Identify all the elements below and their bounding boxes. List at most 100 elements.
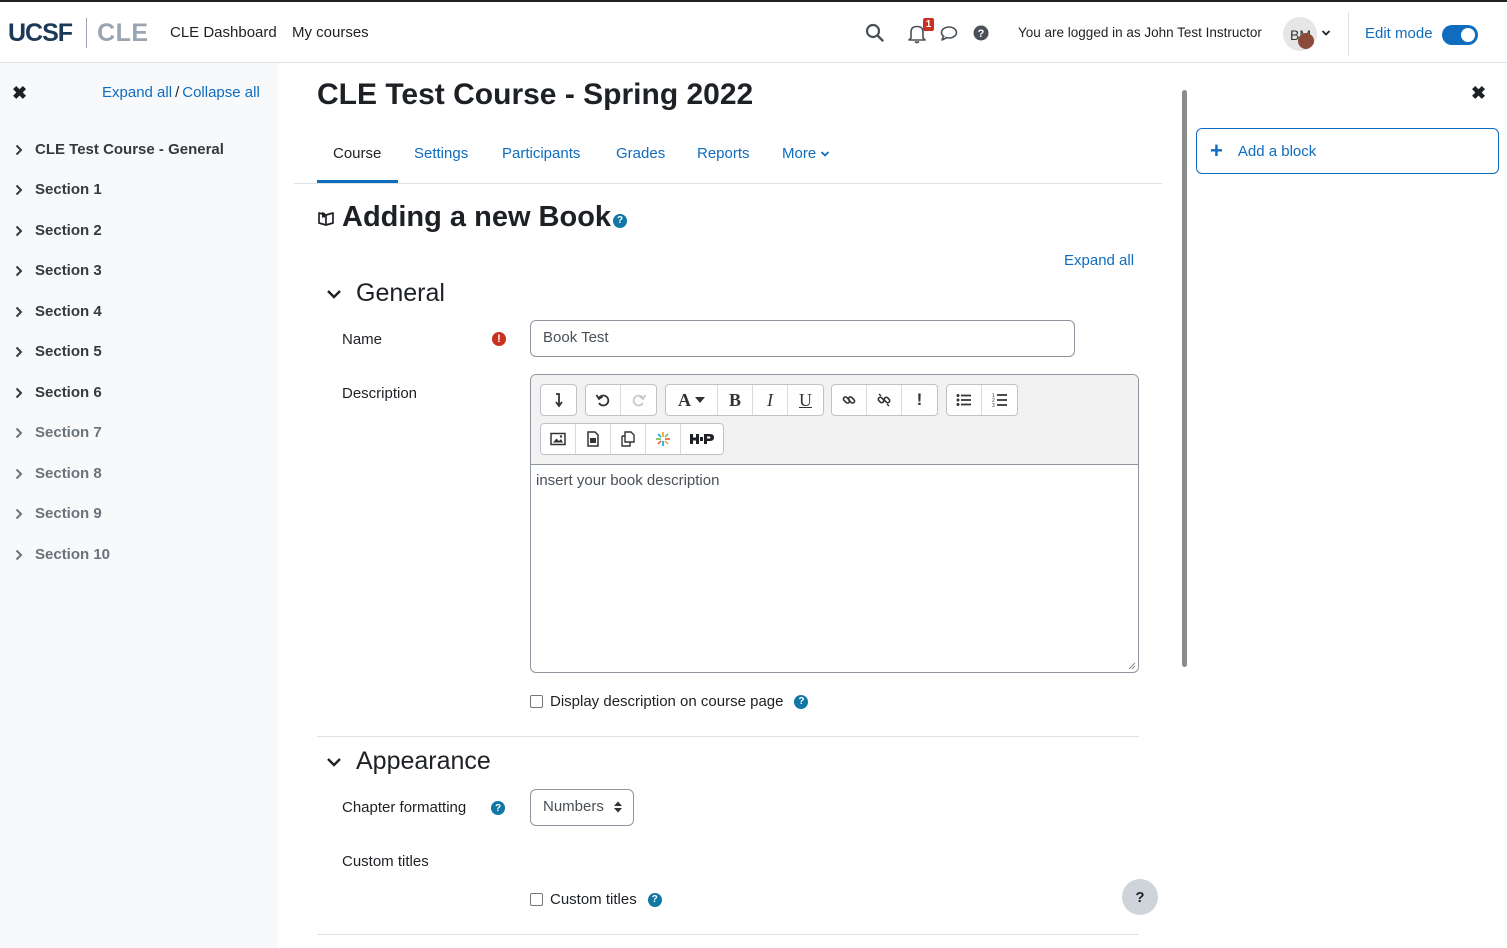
help-icon[interactable]: ? <box>647 892 662 907</box>
search-icon[interactable] <box>864 22 886 44</box>
course-title: CLE Test Course - Spring 2022 <box>317 78 754 111</box>
course-index-expand-controls: Expand all / Collapse all <box>102 84 260 101</box>
main-content: CLE Test Course - Spring 2022 Course Set… <box>278 63 1178 948</box>
chevron-right-icon <box>15 265 23 276</box>
toolbar-group-history <box>585 384 657 416</box>
course-index-label: CLE Test Course - General <box>35 141 224 158</box>
tab-more[interactable]: More <box>782 145 830 162</box>
course-index-label: Section 4 <box>35 303 102 320</box>
display-description-label: Display description on course page <box>550 693 784 710</box>
chevron-down-icon <box>821 150 830 157</box>
course-index-label: Section 1 <box>35 181 102 198</box>
book-icon <box>318 211 334 226</box>
course-index-item[interactable]: Section 5 <box>14 343 102 360</box>
close-course-index-icon[interactable]: ✖ <box>12 83 27 104</box>
underline-button[interactable]: U <box>788 385 823 415</box>
resize-handle-icon[interactable] <box>1128 662 1136 670</box>
course-index-item[interactable]: Section 1 <box>14 181 102 198</box>
course-index-item[interactable]: Section 10 <box>14 546 110 563</box>
course-index-item[interactable]: Section 7 <box>14 424 102 441</box>
course-index-label: Section 6 <box>35 384 102 401</box>
chevron-right-icon <box>15 346 23 357</box>
help-icon[interactable]: ? <box>794 694 809 709</box>
undo-icon[interactable] <box>586 385 621 415</box>
chapter-formatting-label: Chapter formatting <box>342 799 467 816</box>
tab-grades[interactable]: Grades <box>616 145 665 162</box>
ordered-list-icon[interactable]: 123 <box>982 385 1017 415</box>
section-general-heading: General <box>356 279 445 307</box>
expand-all-link[interactable]: Expand all <box>102 84 172 101</box>
chapter-formatting-select[interactable]: Numbers <box>530 789 634 826</box>
course-index-label: Section 9 <box>35 505 102 522</box>
main-scrollbar[interactable] <box>1182 90 1187 667</box>
add-block-label: Add a block <box>1237 142 1317 160</box>
name-label: Name <box>342 331 383 348</box>
unordered-list-icon[interactable] <box>947 385 982 415</box>
course-index-item[interactable]: Section 6 <box>14 384 102 401</box>
course-index-item[interactable]: Section 4 <box>14 303 102 320</box>
h5p-icon[interactable] <box>681 424 723 454</box>
nav-link-my-courses[interactable]: My courses <box>292 24 369 41</box>
expand-all-sections-link[interactable]: Expand all <box>1064 252 1134 269</box>
italic-button[interactable]: I <box>753 385 788 415</box>
user-avatar[interactable]: BM <box>1283 17 1317 51</box>
edit-mode-toggle[interactable] <box>1442 25 1478 45</box>
close-block-drawer-icon[interactable]: ✖ <box>1471 83 1486 104</box>
floating-help-button[interactable]: ? <box>1122 879 1158 915</box>
section-appearance-toggle[interactable]: Appearance <box>326 747 491 776</box>
required-icon: ! <box>492 332 506 346</box>
tab-reports[interactable]: Reports <box>697 145 750 162</box>
message-icon[interactable] <box>938 22 960 44</box>
media-icon[interactable] <box>576 424 611 454</box>
toolbar-toggle-icon[interactable] <box>541 385 576 415</box>
chevron-down-icon[interactable] <box>1321 29 1331 37</box>
custom-titles-checkbox[interactable] <box>530 893 543 906</box>
avatar-photo <box>1298 33 1314 49</box>
help-icon[interactable]: ? <box>613 213 628 228</box>
display-description-checkbox[interactable] <box>530 695 543 708</box>
section-divider <box>317 736 1139 737</box>
image-icon[interactable] <box>541 424 576 454</box>
chevron-right-icon <box>15 549 23 560</box>
bold-button[interactable]: B <box>718 385 753 415</box>
course-index-label: Section 7 <box>35 424 102 441</box>
toolbar-group-style: A B I U <box>665 384 824 416</box>
tab-more-label: More <box>782 145 817 162</box>
description-content[interactable]: insert your book description <box>536 472 719 489</box>
add-block-button[interactable]: + Add a block <box>1196 128 1499 174</box>
course-index-label: Section 5 <box>35 343 102 360</box>
course-index-item[interactable]: Section 9 <box>14 505 102 522</box>
link-icon[interactable] <box>832 385 867 415</box>
nav-link-dashboard[interactable]: CLE Dashboard <box>170 24 277 41</box>
toolbar-group-links: ! <box>831 384 938 416</box>
toolbar-group-media <box>540 423 724 455</box>
tab-settings[interactable]: Settings <box>414 145 468 162</box>
course-index-item[interactable]: CLE Test Course - General <box>14 141 224 158</box>
chevron-right-icon <box>15 184 23 195</box>
page-heading: Adding a new Book ? <box>317 201 628 234</box>
display-description-row: Display description on course page ? <box>530 693 809 710</box>
edit-mode-label: Edit mode <box>1365 25 1433 42</box>
logo-primary: UCSF <box>8 18 73 47</box>
kaltura-icon[interactable] <box>646 424 681 454</box>
important-button[interactable]: ! <box>902 385 937 415</box>
course-index-label: Section 2 <box>35 222 102 239</box>
description-label: Description <box>342 385 418 402</box>
help-icon[interactable]: ? <box>970 22 992 44</box>
course-index-item[interactable]: Section 3 <box>14 262 102 279</box>
tab-course[interactable]: Course <box>333 145 381 162</box>
course-index-item[interactable]: Section 8 <box>14 465 102 482</box>
unlink-icon[interactable] <box>867 385 902 415</box>
help-icon[interactable]: ? <box>491 801 505 815</box>
name-field[interactable]: Book Test <box>530 320 1075 357</box>
site-logo[interactable]: UCSF CLE <box>8 16 149 50</box>
redo-icon[interactable] <box>621 385 656 415</box>
section-general-toggle[interactable]: General <box>326 279 445 308</box>
collapse-all-link[interactable]: Collapse all <box>182 84 260 101</box>
tab-participants[interactable]: Participants <box>502 145 580 162</box>
manage-files-icon[interactable] <box>611 424 646 454</box>
font-style-button[interactable]: A <box>666 385 718 415</box>
custom-titles-label: Custom titles <box>342 853 429 870</box>
course-index-item[interactable]: Section 2 <box>14 222 102 239</box>
logo-divider <box>86 18 88 48</box>
